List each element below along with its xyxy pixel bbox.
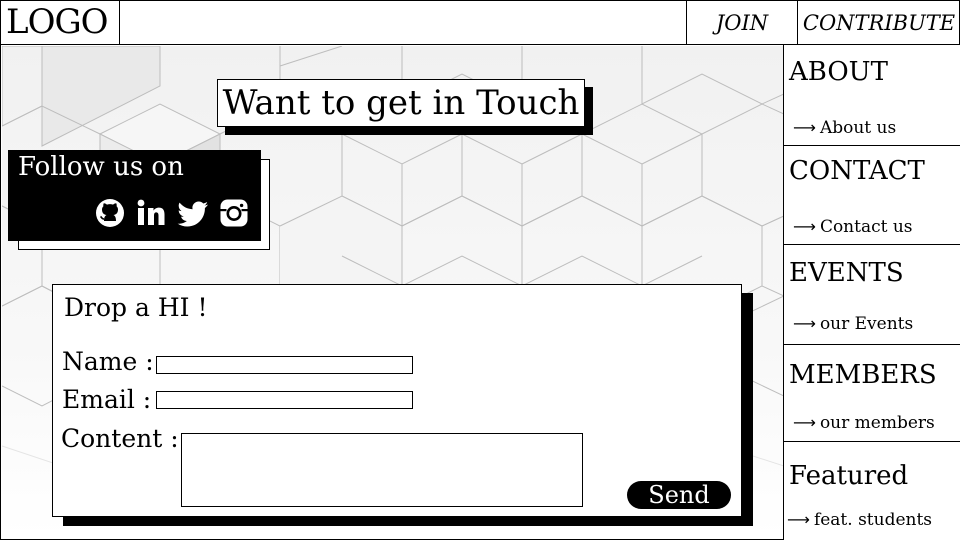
content-field[interactable] bbox=[181, 433, 583, 507]
nav-join-link[interactable]: JOIN bbox=[686, 0, 798, 45]
content-label: Content : bbox=[61, 424, 179, 453]
sidebar-section-members: MEMBERS ⟶ our members bbox=[784, 345, 960, 442]
sidebar-link-about[interactable]: ⟶ About us bbox=[793, 117, 896, 139]
email-label: Email : bbox=[62, 385, 152, 414]
name-field[interactable] bbox=[156, 356, 413, 374]
top-header: LOGO JOIN CONTRIBUTE bbox=[0, 0, 960, 45]
sidebar-title-contact: CONTACT bbox=[789, 156, 925, 186]
linkedin-icon[interactable] bbox=[136, 198, 166, 228]
sidebar-link-events[interactable]: ⟶ our Events bbox=[793, 313, 913, 335]
sidebar-link-label: Contact us bbox=[819, 217, 913, 237]
email-field[interactable] bbox=[156, 391, 413, 409]
sidebar-link-label: our Events bbox=[819, 314, 914, 334]
logo[interactable]: LOGO bbox=[0, 0, 120, 45]
arrow-right-icon: ⟶ bbox=[793, 413, 816, 432]
sidebar-title-about: ABOUT bbox=[789, 57, 888, 87]
sidebar-section-contact: CONTACT ⟶ Contact us bbox=[784, 146, 960, 245]
sidebar-link-label: our members bbox=[819, 413, 935, 433]
instagram-icon[interactable] bbox=[219, 198, 249, 228]
sidebar-section-featured: Featured ⟶ feat. students bbox=[784, 442, 960, 540]
nav-contribute-link[interactable]: CONTRIBUTE bbox=[798, 0, 960, 45]
arrow-right-icon: ⟶ bbox=[793, 314, 816, 333]
sidebar-title-events: EVENTS bbox=[789, 258, 904, 288]
sidebar: ABOUT ⟶ About us CONTACT ⟶ Contact us EVEN… bbox=[783, 45, 960, 540]
contact-form: Drop a HI ! Name : Email : Content : Sen… bbox=[52, 284, 742, 517]
sidebar-title-featured: Featured bbox=[789, 461, 909, 491]
send-button[interactable]: Send bbox=[627, 481, 731, 509]
sidebar-link-label: feat. students bbox=[813, 510, 933, 530]
sidebar-link-contact[interactable]: ⟶ Contact us bbox=[793, 216, 913, 238]
follow-box: Follow us on bbox=[8, 150, 261, 241]
sidebar-link-members[interactable]: ⟶ our members bbox=[793, 412, 935, 434]
sidebar-section-events: EVENTS ⟶ our Events bbox=[784, 245, 960, 345]
form-heading: Drop a HI ! bbox=[64, 293, 208, 322]
arrow-right-icon: ⟶ bbox=[793, 217, 816, 236]
sidebar-link-label: About us bbox=[819, 118, 897, 138]
sidebar-link-featured[interactable]: ⟶ feat. students bbox=[787, 509, 932, 531]
sidebar-section-about: ABOUT ⟶ About us bbox=[784, 45, 960, 146]
page-title: Want to get in Touch bbox=[217, 79, 585, 127]
twitter-icon[interactable] bbox=[177, 198, 209, 228]
name-label: Name : bbox=[62, 347, 154, 376]
github-icon[interactable] bbox=[95, 198, 125, 228]
follow-label: Follow us on bbox=[18, 152, 184, 182]
sidebar-title-members: MEMBERS bbox=[789, 360, 937, 390]
arrow-right-icon: ⟶ bbox=[787, 510, 810, 529]
arrow-right-icon: ⟶ bbox=[793, 118, 816, 137]
